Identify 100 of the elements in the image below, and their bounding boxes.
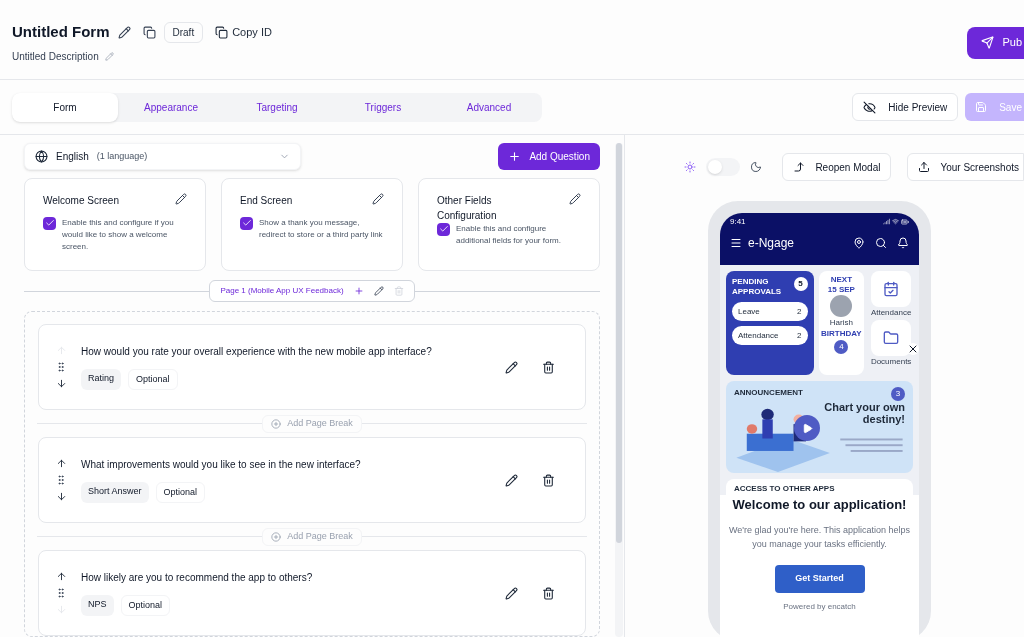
move-up-icon[interactable] — [55, 458, 67, 469]
location-icon[interactable] — [853, 237, 865, 249]
play-button[interactable] — [794, 415, 820, 441]
move-down-icon[interactable] — [55, 491, 67, 502]
signal-icon — [883, 217, 890, 225]
birthday-kind: BIRTHDAY — [821, 329, 862, 339]
count-badge: 4 — [834, 340, 849, 354]
menu-icon[interactable] — [730, 237, 742, 249]
bell-icon[interactable] — [897, 237, 909, 249]
birthday-name: Harish — [829, 318, 853, 328]
plus-circle-icon — [271, 418, 282, 429]
modal-title: Welcome to our application! — [732, 496, 907, 514]
section-title: ACCESS TO OTHER APPS — [733, 483, 836, 495]
check-icon — [241, 218, 252, 229]
edit-icon[interactable] — [372, 192, 384, 205]
checkbox[interactable] — [240, 216, 253, 230]
screenshots-button[interactable]: Your Screenshots — [907, 153, 1024, 181]
delete-icon[interactable] — [542, 586, 555, 600]
edit-icon[interactable] — [117, 25, 131, 39]
question-tag: Optional — [155, 481, 206, 504]
question-text: How likely are you to recommend the app to others? — [81, 570, 314, 585]
tab[interactable]: Triggers — [330, 92, 436, 122]
move-up-icon[interactable] — [55, 571, 67, 582]
language-select[interactable]: English (1 language) — [24, 143, 301, 171]
copy-id-button[interactable]: Copy ID — [215, 23, 272, 41]
arrow-up-icon — [793, 161, 806, 173]
pending-approvals-card[interactable]: PENDING APPROVALS 5 Leave 2 Attendance 2 — [726, 271, 814, 375]
checkbox[interactable] — [43, 216, 56, 230]
wifi-icon — [892, 217, 899, 225]
play-icon — [801, 422, 813, 434]
question-tag: Optional — [128, 368, 178, 391]
edit-icon[interactable] — [175, 192, 187, 205]
theme-toggle[interactable] — [706, 158, 741, 176]
edit-icon[interactable] — [569, 192, 581, 205]
move-down-icon[interactable] — [55, 378, 67, 389]
card-title: ANNOUNCEMENT — [734, 387, 803, 399]
tab[interactable]: Form — [12, 92, 118, 122]
drag-handle-icon[interactable] — [55, 361, 67, 373]
send-icon — [981, 36, 995, 49]
folder-icon — [883, 330, 900, 346]
eye-off-icon — [863, 100, 877, 114]
status-badge: Draft — [163, 21, 204, 43]
count-badge: 5 — [793, 277, 808, 291]
add-question-button[interactable]: Add Question — [498, 143, 600, 171]
card-title: End Screen — [240, 193, 294, 208]
page-label[interactable]: Page 1 (Mobile App UX Feedback) — [220, 285, 344, 298]
drag-handle-icon[interactable] — [55, 587, 67, 599]
checkbox[interactable] — [437, 222, 450, 236]
drag-handle-icon[interactable] — [55, 474, 67, 486]
calendar-icon — [883, 281, 900, 297]
tab[interactable]: Appearance — [118, 92, 224, 122]
question-text: What improvements would you like to see in the new interface? — [81, 457, 362, 472]
delete-icon[interactable] — [542, 473, 555, 487]
powered-by-text: Powered by encatch — [783, 600, 856, 613]
hide-preview-button[interactable]: Hide Preview — [852, 93, 959, 121]
sun-icon — [684, 161, 697, 173]
question-tag: Rating — [81, 368, 121, 391]
check-icon — [44, 218, 55, 229]
plus-circle-icon — [271, 531, 282, 542]
delete-icon[interactable] — [542, 360, 555, 374]
battery-icon — [901, 217, 909, 226]
save-icon — [975, 101, 988, 113]
moon-icon — [750, 161, 763, 173]
approval-item[interactable]: Leave 2 — [732, 302, 808, 321]
card-description: Enable this and configure additional fields for your form. — [456, 222, 562, 247]
copy-icon — [215, 25, 229, 39]
announcement-headline: Chart your own destiny! — [823, 401, 905, 425]
add-icon[interactable] — [353, 286, 364, 297]
reopen-modal-button[interactable]: Reopen Modal — [782, 153, 892, 181]
status-time: 9:41 — [730, 217, 746, 226]
toggle-knob — [708, 160, 723, 174]
approval-item[interactable]: Attendance 2 — [732, 326, 808, 345]
check-icon — [438, 224, 449, 235]
app-tile[interactable] — [871, 320, 912, 356]
question-tag: NPS — [81, 594, 114, 617]
tab[interactable]: Targeting — [224, 92, 330, 122]
globe-icon — [35, 150, 48, 164]
search-icon[interactable] — [875, 237, 887, 249]
publish-button[interactable]: Pub — [967, 26, 1024, 59]
birthday-date: 15 SEP — [827, 285, 855, 294]
edit-icon[interactable] — [505, 586, 518, 600]
edit-icon[interactable] — [505, 473, 518, 487]
card-title: Other Fields Configuration — [437, 193, 498, 223]
modal-text: We're glad you're here. This application helps you manage your tasks efficiently. — [728, 523, 911, 551]
question-tag: Short Answer — [81, 481, 149, 504]
get-started-button[interactable]: Get Started — [774, 564, 865, 593]
card-title: Welcome Screen — [43, 193, 120, 208]
scrollbar-thumb[interactable] — [616, 143, 622, 543]
card-description: Enable this and configure if you would like to show a welcome screen. — [62, 216, 175, 253]
app-logo: e-Ngage — [748, 235, 796, 252]
count-badge: 3 — [891, 387, 905, 401]
tile-label: Attendance — [870, 308, 912, 318]
tile-label: Documents — [870, 357, 912, 367]
announcement-card[interactable]: ANNOUNCEMENT 3 Chart your own destiny! — [726, 381, 913, 473]
copy-icon[interactable] — [142, 25, 156, 39]
edit-icon[interactable] — [505, 360, 518, 374]
upload-icon — [918, 161, 931, 173]
birthday-card[interactable]: NEXT 15 SEP Harish BIRTHDAY 4 — [818, 271, 865, 375]
app-tile[interactable] — [871, 271, 912, 307]
tab[interactable]: Advanced — [436, 92, 542, 122]
